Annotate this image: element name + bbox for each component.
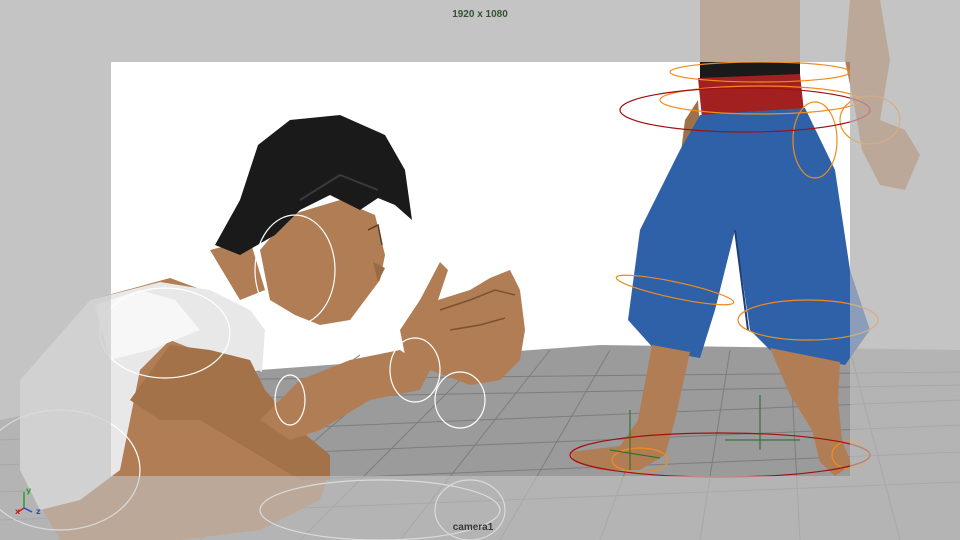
maya-viewport[interactable]: 1920 x 1080 camera1 x y z: [0, 0, 960, 540]
gate-mask-right: [850, 62, 960, 476]
z-axis-label: z: [36, 507, 41, 516]
gate-mask-left: [0, 62, 111, 476]
y-axis-label: y: [26, 486, 32, 495]
scene-render[interactable]: [0, 0, 960, 540]
x-axis-label: x: [15, 507, 21, 516]
z-axis-line: [23, 507, 33, 513]
camera-name-label: camera1: [452, 522, 494, 533]
axis-gizmo: x y z: [10, 486, 50, 516]
resolution-gate-label: 1920 x 1080: [452, 9, 508, 20]
